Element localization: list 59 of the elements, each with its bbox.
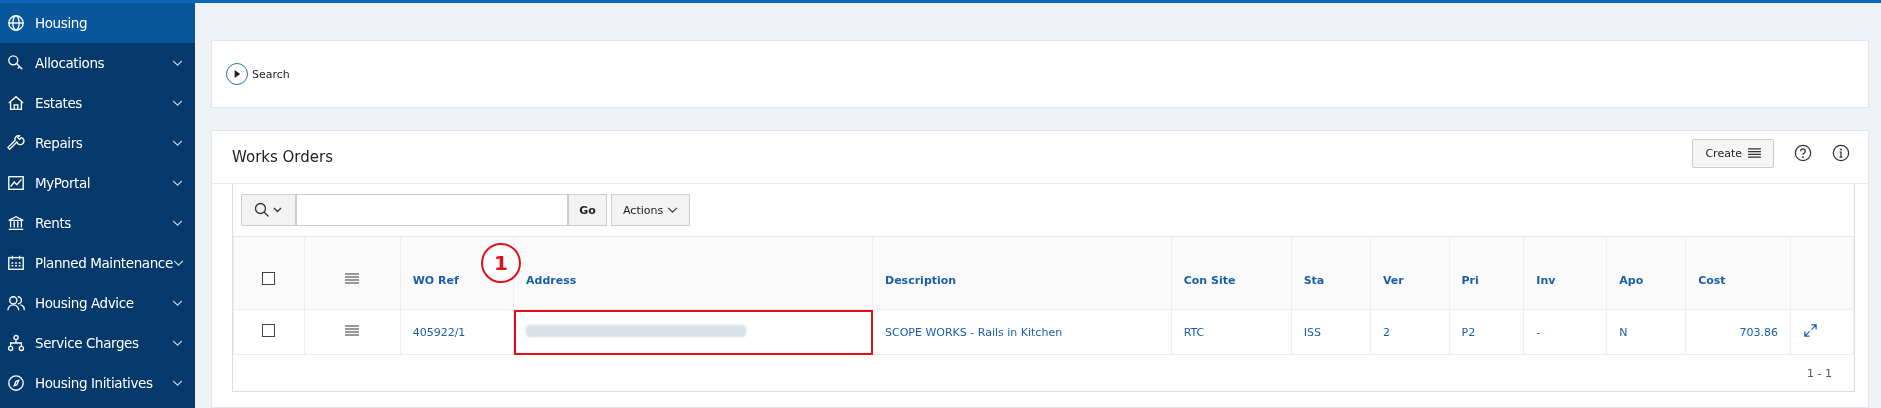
table-cell: 703.86	[1739, 325, 1778, 339]
annotation-number: 1	[481, 243, 522, 283]
hierarchy-icon	[7, 334, 25, 352]
table-cell: P2	[1461, 325, 1476, 339]
column-header[interactable]: Address	[526, 273, 577, 287]
search-icon	[253, 202, 284, 218]
nav-item[interactable]: Service Charges	[0, 323, 195, 363]
column-header[interactable]: Con Site	[1183, 273, 1236, 287]
table-cell: -	[1536, 325, 1541, 339]
nav-item[interactable]: Housing	[0, 3, 195, 43]
region-title: Search	[252, 67, 290, 81]
chevron-down-icon	[667, 206, 679, 214]
nav-item[interactable]: MyPortal	[0, 163, 195, 203]
create-button[interactable]: Create	[1692, 138, 1774, 168]
expand-icon[interactable]	[1803, 323, 1818, 338]
region-title: Works Orders	[232, 148, 333, 166]
help-icon[interactable]	[1794, 144, 1812, 162]
column-header[interactable]: Pri	[1461, 273, 1479, 287]
column-header[interactable]: Sta	[1303, 273, 1325, 287]
column-header[interactable]: Ver	[1382, 273, 1404, 287]
column-header[interactable]: Apo	[1619, 273, 1644, 287]
table-link[interactable]: 405922/1	[412, 325, 466, 339]
table-cell: 2	[1382, 325, 1390, 339]
play-icon	[233, 70, 241, 78]
search-field[interactable]	[296, 194, 568, 226]
globe-icon	[7, 14, 25, 32]
compass-icon	[7, 374, 25, 392]
nav-item[interactable]: Housing Initiatives	[0, 363, 195, 403]
actions-button[interactable]: Actions	[611, 194, 691, 226]
home-icon	[7, 94, 25, 112]
nav-item[interactable]: Housing Advice	[0, 283, 195, 323]
menu-icon	[345, 272, 360, 285]
info-icon[interactable]	[1832, 144, 1850, 162]
table-cell: SCOPE WORKS - Rails in Kitchen	[885, 325, 1063, 339]
calendar-icon	[7, 254, 25, 272]
nav-item[interactable]: Repairs	[0, 123, 195, 163]
key-icon	[7, 54, 25, 72]
table-cell: RTC	[1183, 325, 1205, 339]
nav-item[interactable]: Allocations	[0, 43, 195, 83]
wrench-icon	[7, 134, 25, 152]
people-icon	[7, 294, 25, 312]
table-cell: ISS	[1303, 325, 1321, 339]
nav-item[interactable]: Planned Maintenance	[0, 243, 195, 283]
nav-item[interactable]: Estates	[0, 83, 195, 123]
nav-item[interactable]: Rents	[0, 203, 195, 243]
column-header[interactable]: WO Ref	[412, 273, 459, 287]
menu-icon	[1748, 147, 1761, 159]
menu-icon[interactable]	[345, 324, 360, 337]
select-all-checkbox[interactable]	[262, 272, 276, 285]
column-header[interactable]: Description	[885, 273, 957, 287]
column-header[interactable]: Inv	[1536, 273, 1556, 287]
go-button[interactable]: Go	[568, 194, 607, 226]
row-checkbox[interactable]	[262, 324, 276, 337]
pagination-text: 1 - 1	[1807, 366, 1832, 380]
table-cell: N	[1619, 325, 1628, 339]
picture-icon	[7, 174, 25, 192]
search-column-button[interactable]	[241, 194, 296, 226]
column-header[interactable]: Cost	[1698, 273, 1726, 287]
bank-icon	[7, 214, 25, 232]
